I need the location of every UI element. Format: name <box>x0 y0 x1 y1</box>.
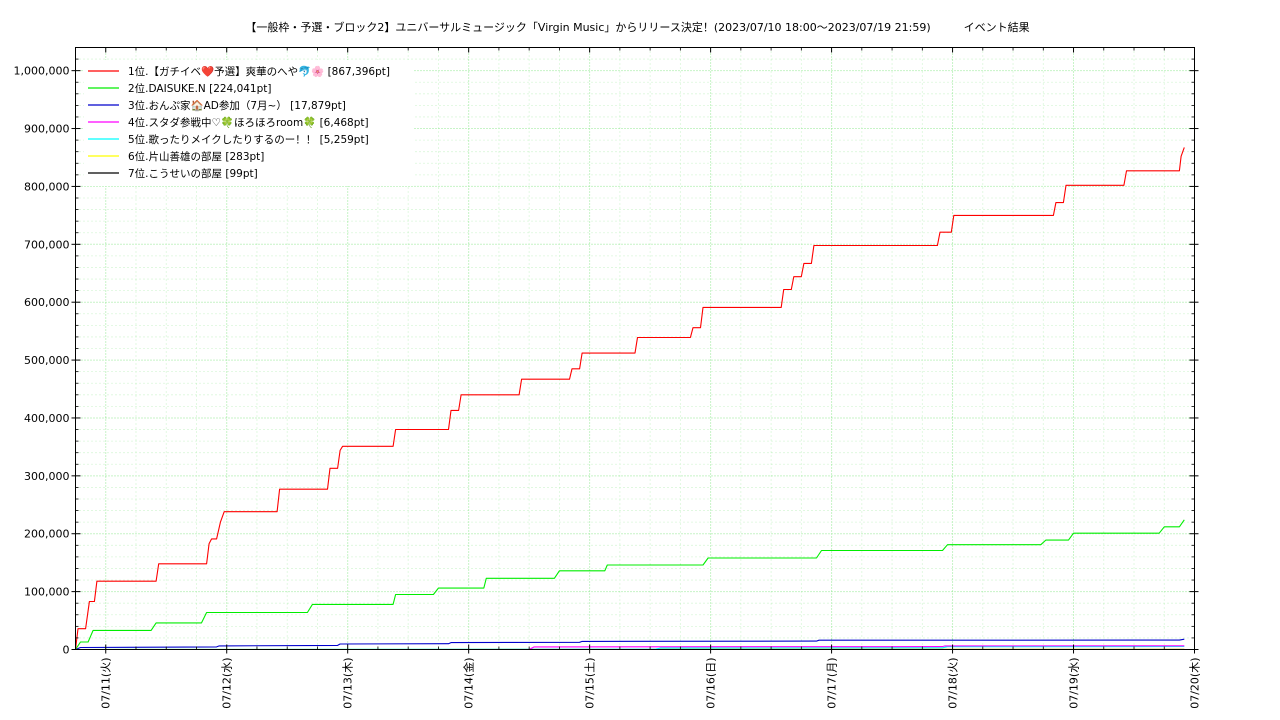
y-tick-label: 500,000 <box>24 354 70 367</box>
x-tick-label: 07/16(日) <box>705 658 718 709</box>
y-tick-label: 800,000 <box>24 180 70 193</box>
x-tick-label: 07/14(金) <box>462 658 476 709</box>
legend-label-6: 6位.片山善雄の部屋 [283pt] <box>128 150 264 163</box>
y-tick-label: 400,000 <box>24 412 70 425</box>
x-tick-label: 07/11(火) <box>100 658 113 709</box>
y-tick-label: 600,000 <box>24 296 70 309</box>
x-tick-label: 07/13(木) <box>342 658 355 709</box>
x-tick-label: 07/15(土) <box>584 658 597 709</box>
x-tick-label: 07/20(木) <box>1189 658 1202 709</box>
x-tick-label: 07/17(月) <box>826 658 839 709</box>
legend-label-7: 7位.こうせいの部屋 [99pt] <box>128 167 258 180</box>
y-tick-label: 100,000 <box>24 586 70 599</box>
x-tick-label: 07/18(火) <box>947 658 960 709</box>
legend-label-1: 1位.【ガチイベ❤️予選】爽華のへや🐬🌸 [867,396pt] <box>128 65 390 78</box>
line-chart: 1位.【ガチイベ❤️予選】爽華のへや🐬🌸 [867,396pt] 2位.DAISU… <box>14 47 1202 709</box>
y-tick-label: 1,000,000 <box>14 65 70 78</box>
y-tick-label: 700,000 <box>24 238 70 251</box>
y-tick-label: 900,000 <box>24 123 70 136</box>
x-axis-tick-labels: 07/11(火) 07/12(水) 07/13(木) 07/14(金) 07/15(土)… <box>100 658 1202 709</box>
x-tick-label: 07/19(水) <box>1068 658 1081 709</box>
x-tick-label: 07/12(水) <box>221 658 234 709</box>
y-axis-tick-labels: 0 100,000 200,000 300,000 400,000 500,000 600,… <box>14 65 70 657</box>
y-tick-label: 300,000 <box>24 470 70 483</box>
y-tick-label: 0 <box>63 644 70 657</box>
y-tick-label: 200,000 <box>24 528 70 541</box>
legend-label-2: 2位.DAISUKE.N [224,041pt] <box>128 82 272 95</box>
legend-label-3: 3位.おんぷ家🏠AD参加（7月~） [17,879pt] <box>128 99 346 112</box>
legend-label-4: 4位.スタダ参戦中♡🍀ほろほろroom🍀 [6,468pt] <box>128 116 369 129</box>
legend-label-5: 5位.歌ったりメイクしたりするのー！！ [5,259pt] <box>128 133 369 146</box>
